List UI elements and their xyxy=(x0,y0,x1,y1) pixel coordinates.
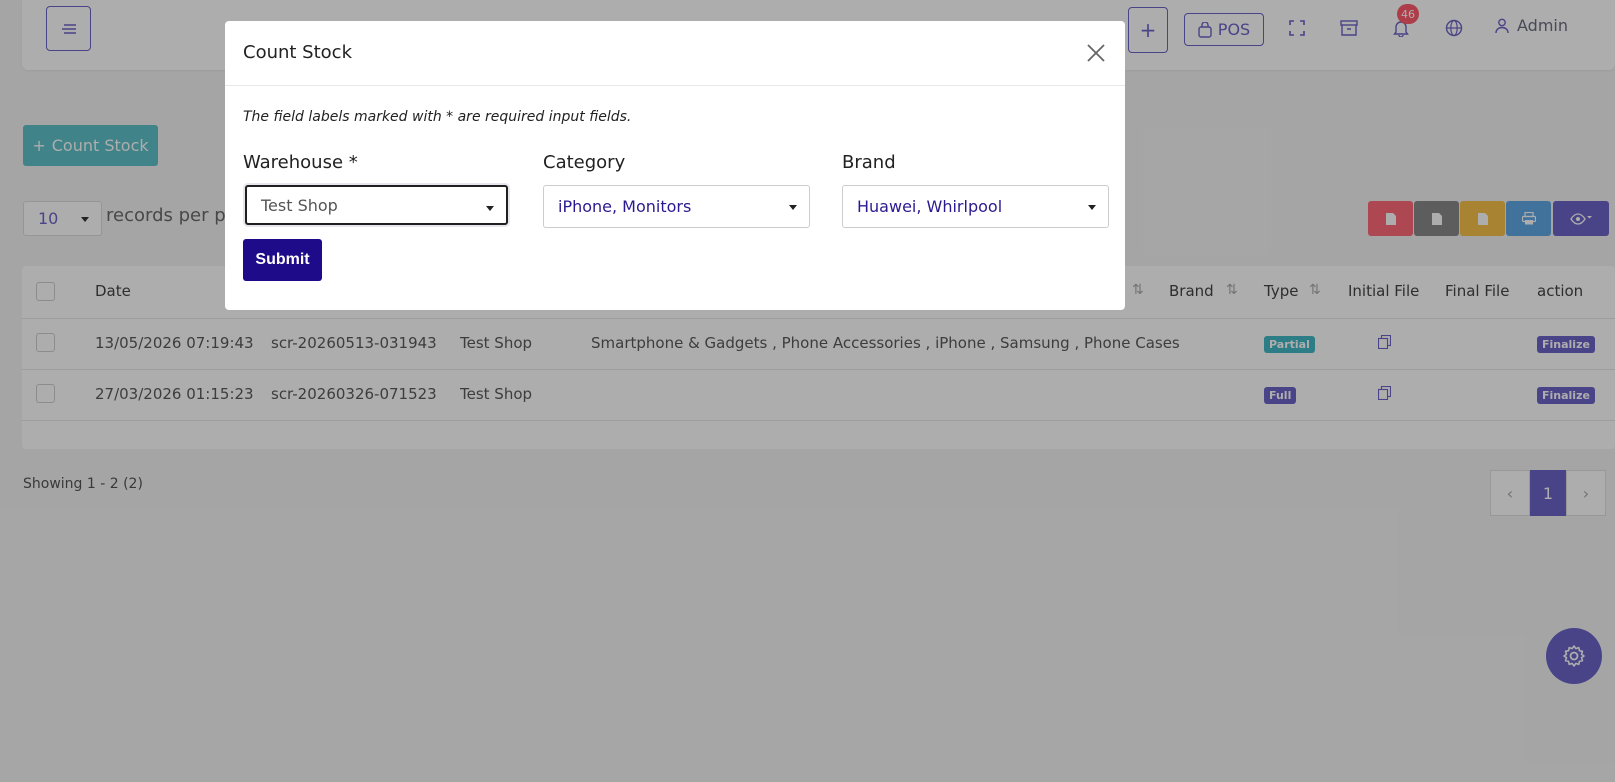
category-select[interactable]: iPhone, Monitors xyxy=(543,185,810,228)
category-label: Category xyxy=(543,152,626,173)
brand-select-value: Huawei, Whirlpool xyxy=(857,197,1003,216)
category-select-value: iPhone, Monitors xyxy=(558,197,692,216)
chevron-down-icon xyxy=(1088,205,1096,210)
close-icon xyxy=(1087,44,1105,62)
modal-title: Count Stock xyxy=(243,42,352,63)
modal-header: Count Stock xyxy=(225,21,1125,86)
brand-select[interactable]: Huawei, Whirlpool xyxy=(842,185,1109,228)
modal-close-button[interactable] xyxy=(1082,39,1110,67)
chevron-down-icon xyxy=(486,206,494,211)
required-fields-note: The field labels marked with * are requi… xyxy=(243,109,632,125)
count-stock-modal: Count Stock The field labels marked with… xyxy=(225,21,1125,310)
warehouse-label: Warehouse * xyxy=(243,152,358,173)
brand-label: Brand xyxy=(842,152,896,173)
chevron-down-icon xyxy=(789,205,797,210)
warehouse-select[interactable]: Test Shop xyxy=(245,185,508,225)
warehouse-select-value: Test Shop xyxy=(261,195,338,215)
submit-button[interactable]: Submit xyxy=(243,239,322,281)
